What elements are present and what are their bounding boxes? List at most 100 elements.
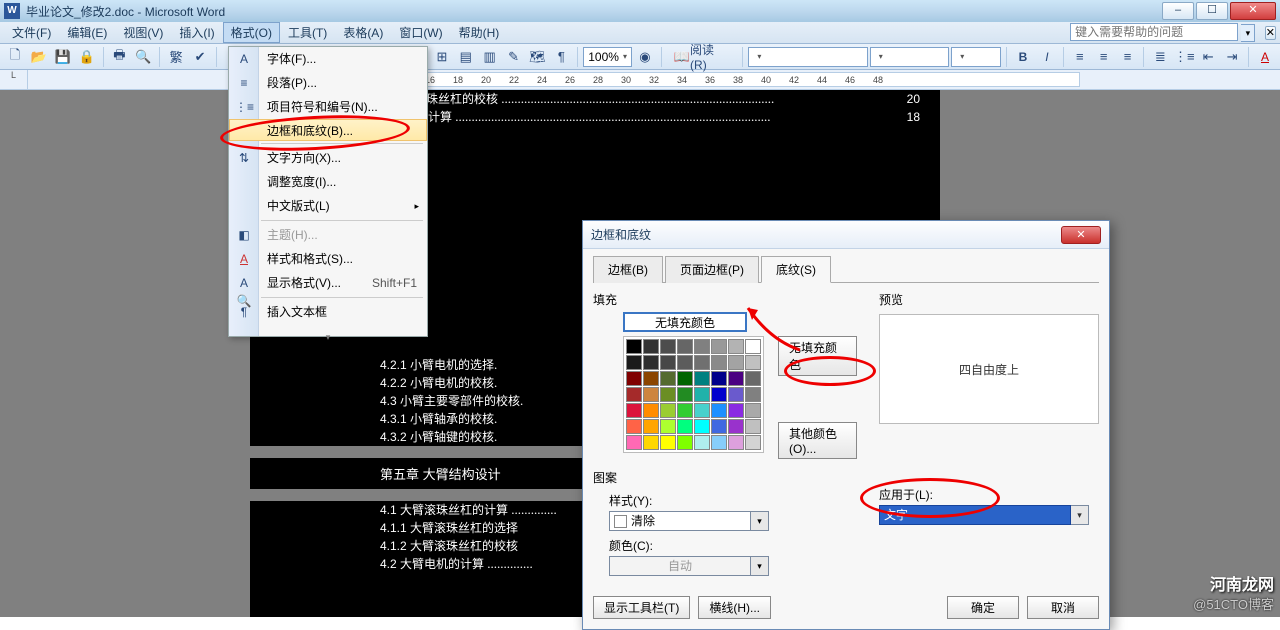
align-left-icon[interactable]: ≡ (1069, 46, 1091, 68)
menu-item-theme[interactable]: ◧主题(H)... (229, 223, 427, 247)
color-swatch[interactable] (728, 403, 744, 418)
menu-item-bullets[interactable]: ⋮≡项目符号和编号(N)... (229, 95, 427, 119)
tab-page-border[interactable]: 页面边框(P) (665, 256, 759, 283)
color-swatch[interactable] (660, 403, 676, 418)
align-right-icon[interactable]: ≡ (1117, 46, 1139, 68)
insert-table-icon[interactable]: ⊞ (431, 46, 453, 68)
menu-tools[interactable]: 工具(T) (280, 22, 335, 43)
color-swatch[interactable] (626, 403, 642, 418)
color-swatch[interactable] (677, 371, 693, 386)
horizontal-line-button[interactable]: 横线(H)... (698, 596, 771, 619)
menu-insert[interactable]: 插入(I) (171, 22, 222, 43)
menu-table[interactable]: 表格(A) (335, 22, 391, 43)
fanjian-button[interactable]: 繁 (165, 46, 187, 68)
window-maximize-button[interactable]: ☐ (1196, 2, 1228, 20)
docmap-icon[interactable]: 🗺 (527, 46, 549, 68)
menu-expand-chevron[interactable]: ▾ (229, 324, 427, 336)
tab-shading[interactable]: 底纹(S) (761, 256, 831, 283)
color-swatch[interactable] (660, 371, 676, 386)
permission-icon[interactable]: 🔒 (76, 46, 98, 68)
color-swatch[interactable] (728, 339, 744, 354)
color-swatch[interactable] (677, 339, 693, 354)
color-swatch[interactable] (694, 355, 710, 370)
menu-item-reveal-format[interactable]: A🔍显示格式(V)...Shift+F1 (229, 271, 427, 295)
color-swatch[interactable] (643, 371, 659, 386)
cancel-button[interactable]: 取消 (1027, 596, 1099, 619)
color-swatch[interactable] (745, 435, 761, 450)
color-swatch[interactable] (660, 387, 676, 402)
save-icon[interactable]: 💾 (52, 46, 74, 68)
color-swatch[interactable] (711, 371, 727, 386)
menu-item-fit-width[interactable]: 调整宽度(I)... (229, 170, 427, 194)
dialog-titlebar[interactable]: 边框和底纹 ✕ (583, 221, 1109, 249)
menu-item-text-direction[interactable]: ⇅文字方向(X)... (229, 146, 427, 170)
color-swatch[interactable] (728, 355, 744, 370)
color-swatch[interactable] (728, 371, 744, 386)
color-swatch[interactable] (643, 435, 659, 450)
help-search-dropdown[interactable]: ▾ (1241, 24, 1255, 42)
color-swatch[interactable] (643, 419, 659, 434)
color-swatch[interactable] (643, 387, 659, 402)
numbered-list-icon[interactable]: ≣ (1149, 46, 1171, 68)
color-swatch[interactable] (745, 403, 761, 418)
color-swatch[interactable] (660, 355, 676, 370)
color-swatch[interactable] (745, 371, 761, 386)
pattern-style-combo[interactable]: 清除▾ (609, 511, 769, 531)
color-swatch[interactable] (677, 419, 693, 434)
color-swatch[interactable] (745, 355, 761, 370)
color-swatch[interactable] (643, 355, 659, 370)
dialog-close-button[interactable]: ✕ (1061, 226, 1101, 244)
menu-format[interactable]: 格式(O) (223, 22, 280, 43)
color-swatch[interactable] (677, 355, 693, 370)
color-swatch[interactable] (694, 403, 710, 418)
no-fill-selected[interactable]: 无填充颜色 (623, 312, 747, 332)
menu-item-font[interactable]: A字体(F)... (229, 47, 427, 71)
menu-help[interactable]: 帮助(H) (451, 22, 508, 43)
tab-borders[interactable]: 边框(B) (593, 256, 663, 283)
color-swatch[interactable] (677, 387, 693, 402)
color-swatch[interactable] (694, 419, 710, 434)
color-swatch[interactable] (677, 435, 693, 450)
color-swatch[interactable] (626, 355, 642, 370)
color-swatch[interactable] (626, 339, 642, 354)
style-combo[interactable]: ▾ (748, 47, 867, 67)
fontsize-combo[interactable]: ▾ (951, 47, 1001, 67)
zoom-combo[interactable]: 100%▾ (583, 47, 632, 67)
color-swatch[interactable] (626, 387, 642, 402)
menu-item-cjk-layout[interactable]: 中文版式(L)▸ (229, 194, 427, 218)
color-swatch[interactable] (694, 435, 710, 450)
menu-window[interactable]: 窗口(W) (391, 22, 450, 43)
color-swatch[interactable] (711, 435, 727, 450)
color-swatch[interactable] (677, 403, 693, 418)
bullet-list-icon[interactable]: ⋮≡ (1173, 46, 1195, 68)
apply-to-combo[interactable]: 文字▾ (879, 505, 1089, 525)
no-fill-color-button[interactable]: 无填充颜色 (778, 336, 857, 376)
bold-icon[interactable]: B (1012, 46, 1034, 68)
menu-edit[interactable]: 编辑(E) (59, 22, 115, 43)
color-swatch[interactable] (745, 419, 761, 434)
italic-icon[interactable]: I (1036, 46, 1058, 68)
help-icon[interactable]: ◉ (634, 46, 656, 68)
ok-button[interactable]: 确定 (947, 596, 1019, 619)
color-swatch[interactable] (643, 403, 659, 418)
color-swatch[interactable] (711, 419, 727, 434)
outdent-icon[interactable]: ⇤ (1197, 46, 1219, 68)
color-swatch[interactable] (626, 419, 642, 434)
show-toolbar-button[interactable]: 显示工具栏(T) (593, 596, 690, 619)
color-swatch[interactable] (626, 435, 642, 450)
more-colors-button[interactable]: 其他颜色(O)... (778, 422, 857, 459)
color-swatch[interactable] (660, 435, 676, 450)
window-close-button[interactable]: ✕ (1230, 2, 1276, 20)
font-color-icon[interactable]: A (1254, 46, 1276, 68)
preview-icon[interactable]: 🔍 (132, 46, 154, 68)
color-swatch[interactable] (711, 339, 727, 354)
color-swatch[interactable] (728, 387, 744, 402)
color-swatch[interactable] (745, 339, 761, 354)
color-swatch[interactable] (711, 355, 727, 370)
indent-icon[interactable]: ⇥ (1221, 46, 1243, 68)
print-icon[interactable]: 🖶 (109, 46, 131, 68)
read-mode-button[interactable]: 📖 阅读(R) (667, 46, 738, 68)
color-swatch[interactable] (711, 403, 727, 418)
color-swatch[interactable] (694, 387, 710, 402)
color-swatch[interactable] (694, 339, 710, 354)
